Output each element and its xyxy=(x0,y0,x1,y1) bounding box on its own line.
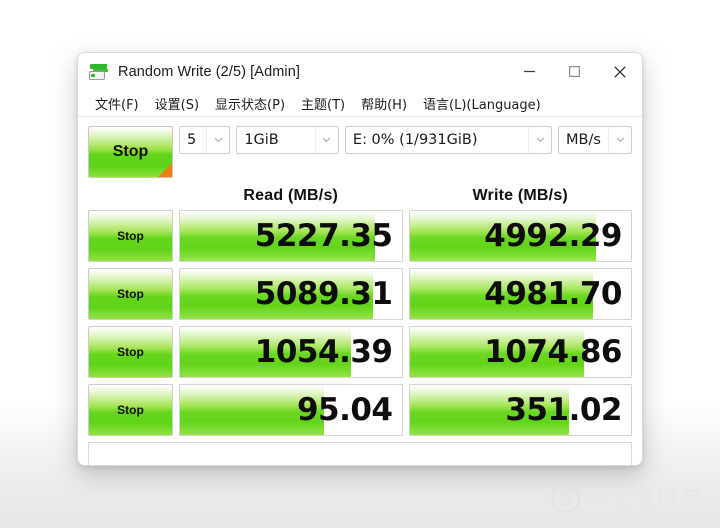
write-result-cell: 4992.29 xyxy=(408,210,632,262)
watermark: 值 什么值得买 xyxy=(550,482,702,514)
test-size-value: 1GiB xyxy=(244,132,279,148)
watermark-text: 什么值得买 xyxy=(586,488,702,513)
write-result-cell: 351.02 xyxy=(408,384,632,436)
table-row: Stop 1054.39 1074.86 xyxy=(88,326,632,378)
chevron-down-icon xyxy=(528,127,551,153)
write-column-header: Write (MB/s) xyxy=(472,187,568,204)
test-count-value: 5 xyxy=(187,132,197,148)
row-stop-button[interactable]: Stop xyxy=(88,326,173,378)
maximize-button[interactable] xyxy=(552,53,597,90)
main-stop-label: Stop xyxy=(112,143,149,160)
results-list: Stop 5227.35 4992.29 Stop 5089.31 4981.7… xyxy=(88,210,632,436)
window-body: Stop 5 1GiB E: 0% (1/931GiB) MB/s Read (… xyxy=(78,117,642,465)
read-value: 95.04 xyxy=(296,392,393,428)
minimize-icon xyxy=(523,65,536,78)
chevron-down-icon xyxy=(608,127,631,153)
read-value: 1054.39 xyxy=(254,334,393,370)
menu-item-file[interactable]: 文件(F) xyxy=(87,92,147,115)
corner-marker-icon xyxy=(158,163,172,177)
menu-item-language[interactable]: 语言(L)(Language) xyxy=(415,92,549,115)
read-result-cell: 95.04 xyxy=(179,384,403,436)
benchmark-window: Random Write (2/5) [Admin] 文件(F) 设置(S) 显… xyxy=(77,52,643,466)
unit-select[interactable]: MB/s xyxy=(558,126,633,154)
test-count-select[interactable]: 5 xyxy=(179,126,231,154)
row-stop-label: Stop xyxy=(117,403,144,417)
maximize-icon xyxy=(568,65,581,78)
unit-value: MB/s xyxy=(566,132,601,148)
menu-item-help[interactable]: 帮助(H) xyxy=(353,92,415,115)
write-value: 1074.86 xyxy=(484,334,622,370)
test-size-select[interactable]: 1GiB xyxy=(236,126,339,154)
table-row: Stop 95.04 351.02 xyxy=(88,384,632,436)
close-icon xyxy=(613,65,627,79)
table-row: Stop 5089.31 4981.70 xyxy=(88,268,632,320)
menu-item-settings[interactable]: 设置(S) xyxy=(147,92,207,115)
table-row: Stop 5227.35 4992.29 xyxy=(88,210,632,262)
row-stop-button[interactable]: Stop xyxy=(88,384,173,436)
write-value: 4992.29 xyxy=(484,218,622,254)
row-stop-label: Stop xyxy=(117,229,144,243)
toolbar: Stop 5 1GiB E: 0% (1/931GiB) MB/s xyxy=(88,126,633,178)
main-stop-button[interactable]: Stop xyxy=(88,126,173,178)
window-controls xyxy=(507,53,642,90)
write-value: 351.02 xyxy=(505,392,622,428)
chevron-down-icon xyxy=(206,127,229,153)
write-result-cell: 1074.86 xyxy=(408,326,632,378)
window-title: Random Write (2/5) [Admin] xyxy=(118,63,301,80)
column-headers: Read (MB/s) Write (MB/s) xyxy=(88,184,632,208)
target-drive-select[interactable]: E: 0% (1/931GiB) xyxy=(344,126,553,154)
write-value: 4981.70 xyxy=(484,276,622,312)
minimize-button[interactable] xyxy=(507,53,552,90)
menu-bar: 文件(F) 设置(S) 显示状态(P) 主题(T) 帮助(H) 语言(L)(La… xyxy=(78,90,642,117)
close-button[interactable] xyxy=(597,53,642,90)
menu-item-theme[interactable]: 主题(T) xyxy=(293,92,353,115)
menu-item-display-status[interactable]: 显示状态(P) xyxy=(207,92,293,115)
read-result-cell: 1054.39 xyxy=(179,326,403,378)
write-result-cell: 4981.70 xyxy=(408,268,632,320)
read-result-cell: 5227.35 xyxy=(179,210,403,262)
disk-drive-icon xyxy=(89,63,109,81)
status-bar xyxy=(88,442,632,465)
row-stop-label: Stop xyxy=(117,287,144,301)
read-value: 5089.31 xyxy=(254,276,393,312)
row-stop-button[interactable]: Stop xyxy=(88,268,173,320)
read-column-header: Read (MB/s) xyxy=(243,187,339,204)
read-result-cell: 5089.31 xyxy=(179,268,403,320)
watermark-badge-icon: 值 xyxy=(550,483,580,513)
read-value: 5227.35 xyxy=(254,218,393,254)
row-stop-button[interactable]: Stop xyxy=(88,210,173,262)
title-bar: Random Write (2/5) [Admin] xyxy=(78,53,642,90)
target-drive-value: E: 0% (1/931GiB) xyxy=(352,132,478,148)
chevron-down-icon xyxy=(314,127,338,153)
row-stop-label: Stop xyxy=(117,345,144,359)
